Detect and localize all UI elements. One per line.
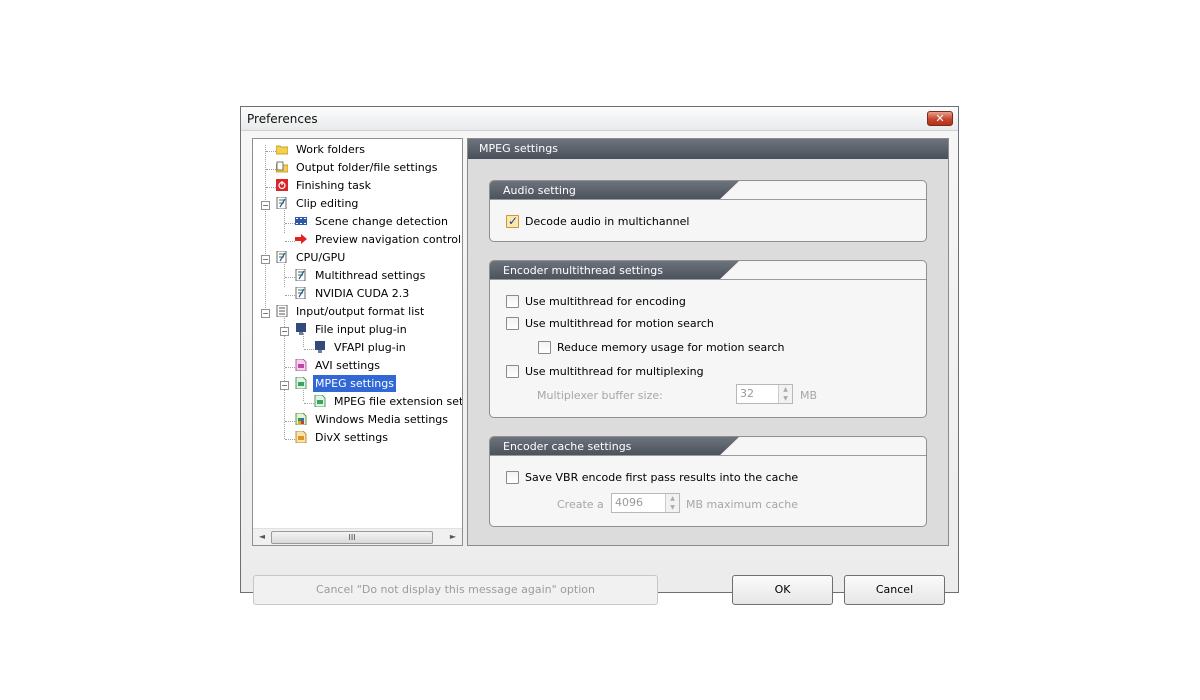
clip-editing-toggle[interactable]: − <box>261 201 270 210</box>
plugin-icon <box>296 323 306 335</box>
buffer-size-label: Multiplexer buffer size: <box>537 389 663 402</box>
panel-title: MPEG settings <box>468 139 948 159</box>
buffer-unit: MB <box>800 389 818 402</box>
mpeg-file-icon <box>314 395 326 407</box>
spin-down-icon[interactable]: ▼ <box>666 503 679 512</box>
cancel-button[interactable]: Cancel <box>844 575 945 605</box>
reduce-memory-checkbox[interactable] <box>538 341 551 354</box>
folder-icon <box>276 145 288 155</box>
audio-setting-title: Audio setting <box>490 181 739 200</box>
dialog-body: − − − − − Work folders Output folder/fil… <box>241 131 958 605</box>
encoder-cache-title: Encoder cache settings <box>490 437 739 456</box>
spin-up-icon[interactable]: ▲ <box>666 494 679 503</box>
arrow-right-icon <box>295 234 307 244</box>
cache-create-label: Create a <box>557 498 604 511</box>
edit-document-icon <box>295 287 306 299</box>
divx-file-icon <box>295 431 307 443</box>
mpeg-file-icon <box>295 377 307 389</box>
title-bar[interactable]: Preferences ✕ <box>241 107 958 131</box>
close-button[interactable]: ✕ <box>927 111 953 126</box>
settings-panel: MPEG settings Audio setting ✓ Decode aud… <box>467 138 949 546</box>
cache-unit: MB maximum cache <box>686 498 799 511</box>
audio-setting-group: Audio setting ✓ Decode audio in multicha… <box>489 180 927 242</box>
window-title: Preferences <box>247 112 318 126</box>
folder-file-icon <box>276 161 288 173</box>
category-tree[interactable]: − − − − − Work folders Output folder/fil… <box>252 138 463 546</box>
scroll-thumb[interactable]: III <box>271 531 433 544</box>
encoder-cache-group: Encoder cache settings Save VBR encode f… <box>489 436 927 527</box>
file-input-toggle[interactable]: − <box>280 327 289 336</box>
scroll-right-icon[interactable]: ► <box>446 531 460 543</box>
mt-motion-checkbox[interactable] <box>506 317 519 330</box>
mpeg-settings-toggle[interactable]: − <box>280 381 289 390</box>
preferences-window: Preferences ✕ − − − − − Work folders Out… <box>240 106 959 605</box>
tree-horizontal-scrollbar[interactable]: ◄ III ► <box>253 528 462 545</box>
cache-size-spinner[interactable]: 4096 ▲ ▼ <box>611 493 680 513</box>
film-strip-icon <box>295 217 307 225</box>
ok-button[interactable]: OK <box>732 575 833 605</box>
save-vbr-checkbox[interactable] <box>506 471 519 484</box>
buffer-size-spinner[interactable]: 32 ▲ ▼ <box>736 384 793 404</box>
scroll-left-icon[interactable]: ◄ <box>255 531 269 543</box>
mt-encoding-checkbox[interactable] <box>506 295 519 308</box>
spin-down-icon[interactable]: ▼ <box>779 394 792 403</box>
io-format-toggle[interactable]: − <box>261 309 270 318</box>
plugin-icon <box>315 341 325 353</box>
cpu-gpu-toggle[interactable]: − <box>261 255 270 264</box>
edit-document-icon <box>276 251 287 263</box>
windows-media-icon <box>295 413 307 425</box>
decode-multichannel-checkbox[interactable]: ✓ <box>506 214 519 228</box>
edit-document-icon <box>295 269 306 281</box>
cancel-message-option-button[interactable]: Cancel "Do not display this message agai… <box>253 575 658 605</box>
avi-file-icon <box>295 359 307 371</box>
encoder-multithread-title: Encoder multithread settings <box>490 261 739 280</box>
encoder-multithread-group: Encoder multithread settings Use multith… <box>489 260 927 418</box>
power-icon <box>276 179 288 191</box>
spin-up-icon[interactable]: ▲ <box>779 385 792 394</box>
mt-multiplexing-checkbox[interactable] <box>506 365 519 378</box>
edit-document-icon <box>276 197 287 209</box>
list-document-icon <box>276 305 288 317</box>
